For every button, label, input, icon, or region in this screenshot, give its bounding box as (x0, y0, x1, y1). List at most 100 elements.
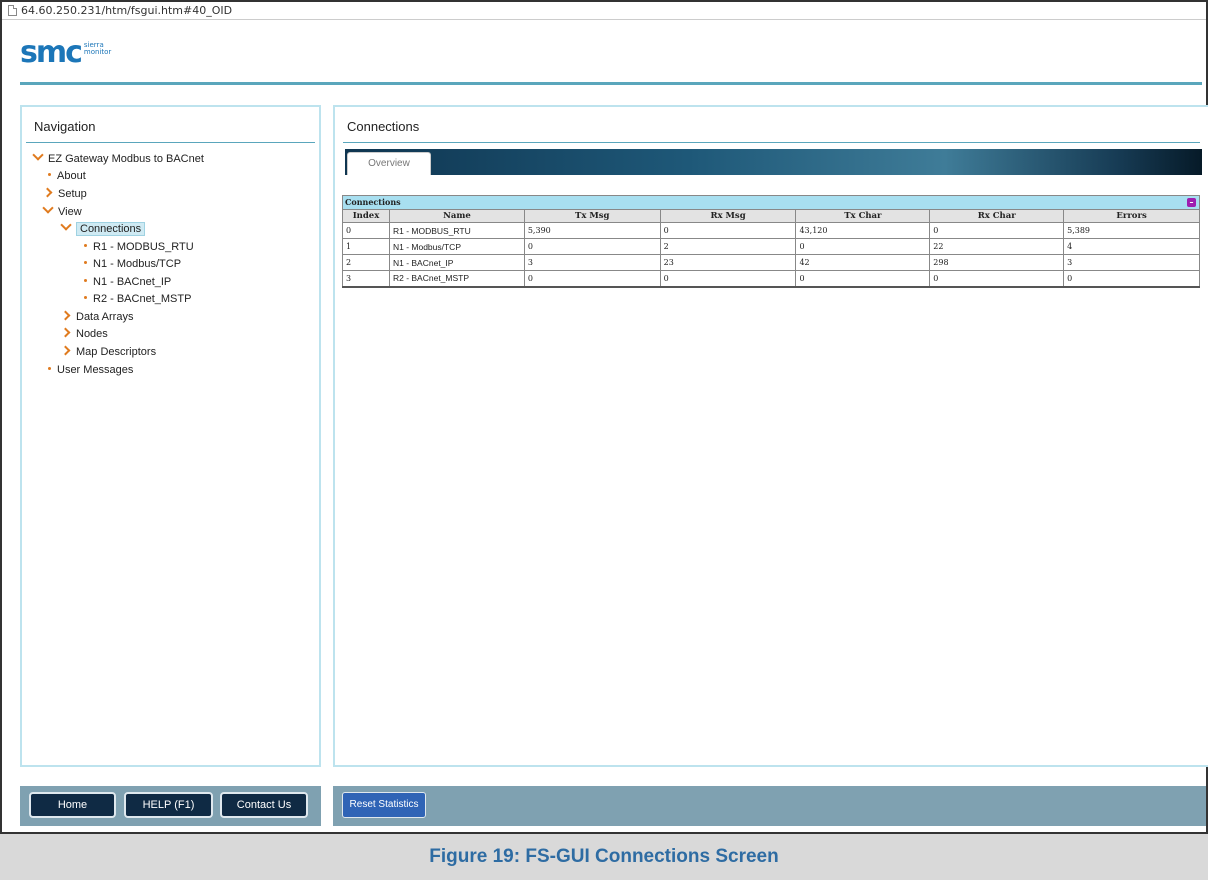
nav-footer-bar: Home HELP (F1) Contact Us (20, 786, 321, 826)
table-cell: 23 (659, 254, 797, 271)
table-cell: 0 (523, 270, 661, 288)
connections-table: Index Name Tx Msg Rx Msg Tx Char Rx Char Error… (342, 209, 1200, 288)
table-cell: 1 (342, 238, 390, 255)
table-caption-text: Connections (345, 197, 401, 207)
nav-item-label: Nodes (76, 328, 108, 340)
nav-item-label: Setup (58, 188, 87, 200)
nav-item-label: Data Arrays (76, 311, 134, 323)
nav-item-data-arrays[interactable]: Data Arrays (60, 309, 134, 326)
navigation-title: Navigation (34, 119, 96, 134)
table-cell: N1 - Modbus/TCP (388, 238, 525, 255)
table-cell: 0 (795, 238, 931, 255)
chevron-down-icon[interactable] (60, 219, 72, 231)
nav-item-n1-modbus-tcp[interactable]: N1 - Modbus/TCP (84, 256, 181, 273)
table-cell: 3 (342, 270, 390, 288)
nav-item-label: R1 - MODBUS_RTU (93, 241, 194, 253)
column-header: Rx Msg (659, 209, 797, 223)
column-header: Tx Char (795, 209, 931, 223)
bullet-icon (84, 279, 87, 282)
navigation-divider (26, 142, 315, 143)
chevron-down-icon[interactable] (42, 202, 54, 214)
navigation-panel: Navigation EZ Gateway Modbus to BACnet Ab… (20, 105, 321, 767)
nav-item-about[interactable]: About (48, 168, 86, 185)
nav-item-map-descriptors[interactable]: Map Descriptors (60, 344, 156, 361)
table-cell: 0 (659, 222, 797, 239)
table-row: 3 R2 - BACnet_MSTP 0 0 0 0 0 (342, 270, 1200, 288)
table-cell: 3 (523, 254, 661, 271)
table-row: 2 N1 - BACnet_IP 3 23 42 298 3 (342, 254, 1200, 271)
logo-text: smc (20, 35, 83, 70)
nav-item-connections[interactable]: Connections (60, 219, 146, 238)
nav-item-view[interactable]: View (42, 202, 82, 221)
chevron-right-icon[interactable] (60, 327, 71, 338)
table-cell: R1 - MODBUS_RTU (388, 222, 525, 239)
tab-overview[interactable]: Overview (347, 152, 431, 175)
table-cell: 42 (795, 254, 931, 271)
connections-table-container: Connections – Index Name Tx Msg Rx Msg Tx Ch… (342, 195, 1200, 288)
chevron-right-icon[interactable] (42, 187, 53, 198)
column-header: Name (388, 209, 525, 223)
bullet-icon (84, 244, 87, 247)
chevron-right-icon[interactable] (60, 345, 71, 356)
column-header: Index (342, 209, 390, 223)
nav-item-label: N1 - Modbus/TCP (93, 258, 182, 270)
reset-statistics-button[interactable]: Reset Statistics (342, 792, 426, 818)
nav-item-ez-gateway-modbus-to-bacnet[interactable]: EZ Gateway Modbus to BACnet (32, 149, 204, 168)
bullet-icon (84, 261, 87, 264)
table-cell: 43,120 (795, 222, 931, 239)
table-cell: 0 (1063, 270, 1200, 288)
nav-item-label: User Messages (57, 364, 134, 376)
table-cell: 298 (929, 254, 1065, 271)
bullet-icon (84, 296, 87, 299)
column-header: Errors (1063, 209, 1200, 223)
chevron-down-icon[interactable] (32, 149, 44, 161)
nav-item-user-messages[interactable]: User Messages (48, 362, 133, 379)
nav-item-label: N1 - BACnet_IP (93, 276, 172, 288)
nav-item-setup[interactable]: Setup (42, 186, 87, 203)
help-button[interactable]: HELP (F1) (124, 792, 213, 818)
table-cell: 2 (659, 238, 797, 255)
table-cell: 5,389 (1063, 222, 1200, 239)
table-cell: 5,390 (523, 222, 661, 239)
main-divider (343, 142, 1200, 143)
page-title: Connections (347, 119, 420, 134)
url-text[interactable]: 64.60.250.231/htm/fsgui.htm#40_OID (21, 4, 232, 17)
address-bar[interactable]: 64.60.250.231/htm/fsgui.htm#40_OID (2, 2, 1206, 20)
table-caption: Connections – (342, 195, 1200, 209)
main-footer-bar: Reset Statistics (333, 786, 1206, 826)
nav-item-nodes[interactable]: Nodes (60, 326, 108, 343)
column-header: Tx Msg (523, 209, 661, 223)
nav-item-r2-bacnet-mstp[interactable]: R2 - BACnet_MSTP (84, 291, 191, 308)
nav-item-label: About (57, 170, 86, 182)
figure-caption: Figure 19: FS-GUI Connections Screen (429, 846, 779, 867)
contact-us-button[interactable]: Contact Us (220, 792, 308, 818)
nav-item-r1-modbus-rtu[interactable]: R1 - MODBUS_RTU (84, 239, 194, 256)
main-panel: Connections Overview Connections – Index… (333, 105, 1208, 767)
page-icon (8, 5, 17, 16)
chevron-right-icon[interactable] (60, 310, 71, 321)
table-cell: 22 (929, 238, 1065, 255)
table-cell: 3 (1063, 254, 1200, 271)
nav-item-label: EZ Gateway Modbus to BACnet (48, 153, 204, 165)
logo-subtext: sierra monitor (83, 41, 112, 56)
table-cell: 2 (342, 254, 390, 271)
nav-item-label: View (58, 206, 82, 218)
table-header-row: Index Name Tx Msg Rx Msg Tx Char Rx Char Error… (342, 209, 1200, 223)
home-button[interactable]: Home (29, 792, 116, 818)
bullet-icon (48, 173, 51, 176)
table-cell: 0 (659, 270, 797, 288)
header-divider (20, 82, 1202, 85)
nav-item-label: Connections (76, 222, 146, 236)
table-row: 0 R1 - MODBUS_RTU 5,390 0 43,120 0 5,389 (342, 222, 1200, 239)
nav-item-label: R2 - BACnet_MSTP (93, 293, 192, 305)
table-cell: 0 (929, 222, 1065, 239)
table-cell: 0 (795, 270, 931, 288)
collapse-icon[interactable]: – (1187, 198, 1196, 207)
nav-item-n1-bacnet-ip[interactable]: N1 - BACnet_IP (84, 274, 171, 291)
logo: smc sierra monitor (20, 35, 112, 70)
table-cell: R2 - BACnet_MSTP (388, 270, 525, 288)
table-cell: 4 (1063, 238, 1200, 255)
table-cell: 0 (523, 238, 661, 255)
column-header: Rx Char (929, 209, 1065, 223)
bullet-icon (48, 367, 51, 370)
